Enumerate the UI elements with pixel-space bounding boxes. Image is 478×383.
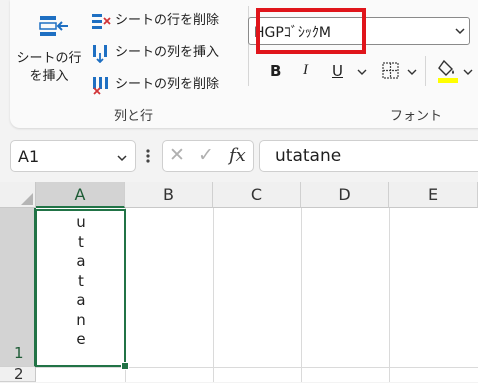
enter-icon[interactable]: ✓ (198, 144, 214, 166)
group-label-font: フォント (390, 109, 443, 124)
bold-button[interactable]: B (270, 62, 281, 80)
select-all-corner[interactable] (0, 182, 36, 208)
cancel-icon[interactable]: ✕ (169, 144, 185, 166)
column-header-a[interactable]: A (36, 182, 125, 208)
group-label-rows-cols: 列と行 (114, 109, 154, 124)
insert-sheet-cols-button[interactable]: シートの列を挿入 (90, 42, 219, 64)
delete-rows-icon (92, 14, 111, 29)
select-all-icon (21, 193, 33, 205)
gridline (213, 208, 214, 382)
insert-rows-icon (39, 16, 68, 36)
more-options-icon[interactable] (144, 147, 152, 165)
insert-cols-label: シートの列を挿入 (115, 45, 220, 60)
fill-handle[interactable] (121, 362, 129, 370)
formula-content: utatane (275, 146, 342, 166)
borders-icon[interactable] (380, 60, 402, 82)
formula-input[interactable]: utatane (259, 140, 478, 172)
insert-sheet-rows-button[interactable]: シートの行 を挿入 (16, 12, 82, 90)
delete-cols-label: シートの列を削除 (115, 77, 220, 92)
name-box-dropdown-icon[interactable] (115, 151, 129, 165)
insert-rows-label-1: シートの行 (16, 51, 82, 66)
delete-cols-icon (93, 77, 108, 95)
column-header-c[interactable]: C (213, 182, 301, 208)
row-number-1: 1 (14, 344, 24, 362)
italic-button[interactable]: I (303, 62, 308, 79)
fill-color-dropdown-icon[interactable] (462, 66, 474, 78)
insert-rows-label-2: を挿入 (29, 69, 69, 84)
gridline (389, 208, 390, 382)
insert-cols-icon (93, 45, 107, 63)
delete-sheet-cols-button[interactable]: シートの列を削除 (90, 74, 219, 96)
name-box-value: A1 (18, 147, 40, 166)
red-highlight-box (256, 8, 366, 54)
active-cell-border (35, 209, 126, 367)
borders-dropdown-icon[interactable] (406, 66, 418, 78)
row-header-1[interactable]: 1 (0, 208, 36, 367)
column-header-b[interactable]: B (125, 182, 213, 208)
gridline (36, 367, 478, 368)
underline-dropdown-icon[interactable] (356, 66, 368, 78)
delete-rows-label: シートの行を削除 (115, 13, 220, 28)
gridline (301, 208, 302, 382)
name-box[interactable]: A1 (10, 140, 136, 172)
delete-sheet-rows-button[interactable]: シートの行を削除 (90, 10, 219, 32)
format-separator (425, 56, 426, 86)
column-header-d[interactable]: D (301, 182, 389, 208)
row-header-2[interactable]: 2 (0, 365, 36, 383)
fill-color-icon[interactable] (436, 58, 460, 84)
chevron-down-icon[interactable] (453, 24, 467, 38)
underline-button[interactable]: U (332, 62, 343, 80)
insert-function-icon[interactable]: fx (229, 145, 246, 166)
row-number-2: 2 (14, 365, 24, 383)
column-header-e[interactable]: E (389, 182, 478, 208)
formula-buttons: ✕ ✓ fx (162, 140, 254, 172)
